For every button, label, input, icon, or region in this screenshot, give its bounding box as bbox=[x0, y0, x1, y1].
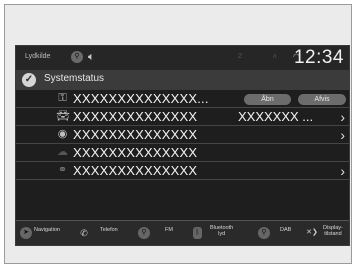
chevron-right-icon[interactable]: › bbox=[340, 163, 345, 179]
lock-icon: ⚿ bbox=[58, 92, 67, 104]
nav-navigation-label: Navigation bbox=[34, 227, 60, 233]
nav-fm[interactable]: ⚲ FM bbox=[136, 221, 181, 245]
status-row-3[interactable]: ◉ XXXXXXXXXXXXXX › bbox=[16, 126, 349, 144]
status-row-4[interactable]: ☁ XXXXXXXXXXXXXX bbox=[16, 144, 349, 162]
nav-dab[interactable]: ⚲ DAB bbox=[256, 221, 301, 245]
page-frame: Lydkilde ⚲ 🔈︎ 2 ʌ ◠ 12:34 ✓ Systemstatus… bbox=[4, 4, 352, 264]
chevron-right-icon[interactable]: › bbox=[340, 127, 345, 143]
nav-display[interactable]: ✕❯ Display- tilstand bbox=[306, 221, 349, 245]
bottom-nav-bar: ➤ Navigation ✆ Telefon ⚲ FM ᛒ Bluetooth … bbox=[16, 220, 349, 245]
status-row-text: XXXXXXXXXXXXXX bbox=[73, 145, 198, 160]
status-row-text: XXXXXXXXXXXXXX bbox=[73, 127, 198, 142]
status-row-1[interactable]: ⚿ XXXXXXXXXXXXXX... Åbn Afvis bbox=[16, 90, 349, 108]
antenna-icon: ⚲ bbox=[71, 51, 83, 63]
page-title: Systemstatus bbox=[44, 73, 105, 84]
status-row-5[interactable]: ⚭ XXXXXXXXXXXXXX › bbox=[16, 162, 349, 180]
nav-telefon[interactable]: ✆ Telefon bbox=[74, 221, 124, 245]
status-row-text: XXXXXXXXXXXXXX bbox=[73, 109, 198, 124]
nav-bluetooth[interactable]: ᛒ Bluetooth lyd bbox=[192, 221, 252, 245]
title-bar: ✓ Systemstatus bbox=[16, 70, 349, 90]
nav-bluetooth-label: Bluetooth lyd bbox=[210, 225, 233, 237]
status-row-value: XXXXXXX ... bbox=[238, 109, 314, 124]
status-bar: Lydkilde ⚲ 🔈︎ 2 ʌ ◠ 12:34 bbox=[16, 46, 349, 70]
car-icon: 🚘︎ bbox=[56, 110, 70, 122]
compass-icon: ➤ bbox=[20, 227, 32, 239]
infotainment-screen: Lydkilde ⚲ 🔈︎ 2 ʌ ◠ 12:34 ✓ Systemstatus… bbox=[15, 45, 350, 246]
chevron-right-icon[interactable]: › bbox=[340, 109, 345, 125]
phone-icon: ✆ bbox=[80, 228, 88, 238]
audio-source-label[interactable]: Lydkilde bbox=[25, 53, 50, 60]
signal-icon: 2 bbox=[238, 53, 242, 60]
status-row-text: XXXXXXXXXXXXXX... bbox=[73, 91, 209, 106]
check-icon[interactable]: ✓ bbox=[22, 73, 36, 87]
nav-bluetooth-label-line2: lyd bbox=[218, 231, 226, 237]
radio-icon: ⚲ bbox=[138, 227, 150, 239]
nav-display-label-line2: tilstand bbox=[324, 231, 342, 237]
nav-telefon-label: Telefon bbox=[100, 227, 118, 233]
speaker-icon: 🔈︎ bbox=[88, 51, 95, 63]
nav-fm-label: FM bbox=[165, 227, 173, 233]
nav-display-label: Display- tilstand bbox=[323, 225, 343, 237]
wifi-icon: ◉ bbox=[57, 128, 68, 140]
bluetooth-icon: ᛒ bbox=[193, 227, 202, 239]
bluetooth-status-icon: ʌ bbox=[273, 53, 277, 60]
nav-dab-label: DAB bbox=[280, 227, 292, 233]
open-button[interactable]: Åbn bbox=[244, 94, 291, 105]
status-row-text: XXXXXXXXXXXXXX bbox=[73, 163, 198, 178]
cloud-icon: ☁ bbox=[57, 146, 68, 158]
dab-radio-icon: ⚲ bbox=[258, 227, 270, 239]
reject-button[interactable]: Afvis bbox=[298, 94, 346, 105]
nav-navigation[interactable]: ➤ Navigation bbox=[18, 221, 68, 245]
satellite-icon: ⚭ bbox=[57, 164, 68, 176]
clock: 12:34 bbox=[293, 47, 344, 68]
status-row-2[interactable]: 🚘︎ XXXXXXXXXXXXXX XXXXXXX ... › bbox=[16, 108, 349, 126]
display-mode-icon: ✕❯ bbox=[306, 229, 318, 236]
